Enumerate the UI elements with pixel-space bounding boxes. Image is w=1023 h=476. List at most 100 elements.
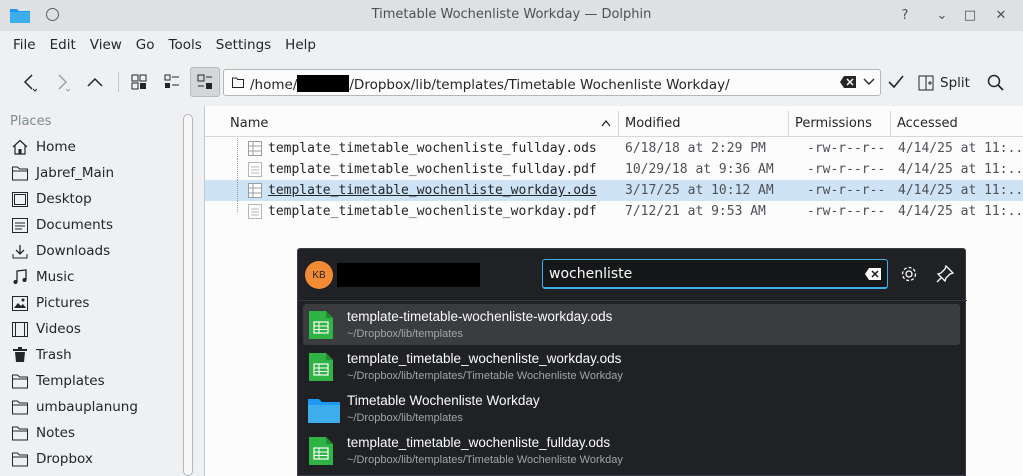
file-modified: 10/29/18 at 9:36 AM — [625, 162, 774, 177]
details-view-button[interactable] — [190, 67, 220, 97]
folder-icon — [12, 400, 28, 414]
avatar[interactable]: KB — [305, 261, 333, 289]
place-label: Trash — [36, 347, 72, 363]
file-permissions: -rw-r--r-- — [807, 162, 886, 177]
compact-view-icon — [164, 74, 179, 88]
column-accessed[interactable]: Accessed — [897, 116, 958, 131]
music-icon — [13, 269, 27, 284]
place-dropbox[interactable]: Dropbox — [12, 447, 93, 471]
file-permissions: -rw-r--r-- — [807, 204, 886, 219]
back-button[interactable] — [14, 67, 44, 97]
desktop-icon — [12, 191, 28, 207]
place-label: Notes — [36, 425, 75, 441]
location-bar[interactable]: /home/ /Dropbox/lib/templates/Timetable W… — [223, 69, 881, 96]
menu-go[interactable]: Go — [129, 37, 162, 53]
place-label: Desktop — [36, 191, 92, 207]
place-documents[interactable]: Documents — [12, 213, 113, 237]
result-title: template_timetable_wochenliste_fullday.o… — [347, 435, 611, 450]
tree-line — [237, 201, 247, 212]
file-accessed: 4/14/25 at 11:... — [898, 162, 1023, 177]
file-permissions: -rw-r--r-- — [807, 141, 886, 156]
folder-icon — [232, 77, 244, 88]
place-templates[interactable]: Templates — [12, 369, 105, 393]
compact-view-button[interactable] — [157, 67, 187, 97]
place-desktop[interactable]: Desktop — [12, 187, 92, 211]
menu-edit[interactable]: Edit — [43, 37, 83, 53]
place-label: Pictures — [36, 295, 90, 311]
chevron-down-icon[interactable] — [863, 77, 875, 87]
column-modified[interactable]: Modified — [625, 116, 680, 131]
tree-line — [237, 180, 247, 201]
documents-icon — [12, 217, 28, 233]
place-label: Jabref_Main — [36, 165, 115, 181]
sort-ascending-icon[interactable] — [601, 120, 611, 127]
place-trash[interactable]: Trash — [12, 343, 72, 367]
place-umbauplanung[interactable]: umbauplanung — [12, 395, 138, 419]
trash-icon — [13, 347, 27, 362]
maximize-button[interactable]: □ — [960, 5, 980, 25]
search-icon[interactable] — [987, 74, 1004, 91]
split-button[interactable]: Split — [918, 72, 970, 94]
place-videos[interactable]: Videos — [12, 317, 81, 341]
search-result[interactable]: Timetable Wochenliste Workday ~/Dropbox/… — [303, 388, 960, 429]
place-label: umbauplanung — [36, 399, 138, 415]
place-notes[interactable]: Notes — [12, 421, 75, 445]
krunner-popup: KB wochenliste template-timetable-wochen… — [297, 248, 967, 476]
location-path[interactable]: /home/ /Dropbox/lib/templates/Timetable W… — [250, 75, 730, 93]
result-subtitle: ~/Dropbox/lib/templates — [347, 328, 463, 340]
help-button[interactable]: ? — [895, 5, 915, 25]
search-result[interactable]: template-timetable-wochenliste-workday.o… — [303, 304, 960, 345]
column-permissions[interactable]: Permissions — [795, 116, 872, 131]
divider — [298, 300, 967, 301]
place-music[interactable]: Music — [12, 265, 74, 289]
table-row[interactable]: template_timetable_wochenliste_fullday.o… — [205, 138, 1023, 159]
place-label: Videos — [36, 321, 81, 337]
place-label: Home — [36, 139, 76, 155]
result-title: Timetable Wochenliste Workday — [347, 393, 540, 408]
place-pictures[interactable]: Pictures — [12, 291, 89, 315]
clear-location-icon[interactable] — [840, 76, 856, 88]
checkmark-icon[interactable] — [888, 75, 904, 89]
menu-view[interactable]: View — [83, 37, 129, 53]
file-modified: 3/17/25 at 10:12 AM — [625, 183, 774, 198]
menu-help[interactable]: Help — [278, 37, 323, 53]
toolbar-separator — [118, 72, 119, 92]
forward-arrow-icon — [58, 74, 70, 92]
place-downloads[interactable]: Downloads — [12, 239, 110, 263]
close-button[interactable]: ✕ — [991, 5, 1011, 25]
place-label: Music — [36, 269, 75, 285]
column-separator — [788, 111, 789, 137]
search-input[interactable]: wochenliste — [542, 259, 888, 289]
spreadsheet-icon — [309, 437, 333, 465]
menu-tools[interactable]: Tools — [162, 37, 209, 53]
gear-icon — [901, 266, 917, 282]
home-icon — [12, 139, 28, 155]
icons-view-button[interactable] — [124, 67, 154, 97]
column-name[interactable]: Name — [230, 116, 268, 131]
place-home[interactable]: Home — [12, 135, 76, 159]
menu-file[interactable]: File — [6, 37, 43, 53]
menu-settings[interactable]: Settings — [209, 37, 278, 53]
clear-search-icon[interactable] — [865, 268, 881, 280]
redacted-user-name — [337, 263, 480, 287]
minimize-button[interactable]: ⌄ — [932, 5, 952, 25]
place-label: Documents — [36, 217, 113, 233]
pin-icon — [936, 265, 954, 283]
table-row[interactable]: template_timetable_wochenliste_workday.p… — [205, 201, 1023, 222]
settings-button[interactable] — [898, 263, 920, 285]
result-subtitle: ~/Dropbox/lib/templates/Timetable Wochen… — [347, 454, 623, 466]
place-jabref-main[interactable]: Jabref_Main — [12, 161, 114, 185]
forward-button[interactable] — [47, 67, 77, 97]
search-result[interactable]: template_timetable_wochenliste_workday.o… — [303, 346, 960, 387]
pdf-file-icon — [248, 204, 262, 219]
table-row[interactable]: template_timetable_wochenliste_fullday.p… — [205, 159, 1023, 180]
table-row-selected[interactable]: template_timetable_wochenliste_workday.o… — [205, 180, 1023, 201]
places-scrollbar[interactable] — [183, 114, 193, 476]
details-view-icon — [197, 74, 212, 89]
places-header: Places — [10, 114, 52, 129]
search-result[interactable]: template_timetable_wochenliste_fullday.o… — [303, 430, 960, 471]
pin-button[interactable] — [934, 263, 956, 285]
up-button[interactable] — [80, 67, 110, 97]
place-label: Dropbox — [36, 451, 93, 467]
videos-icon — [12, 321, 28, 337]
